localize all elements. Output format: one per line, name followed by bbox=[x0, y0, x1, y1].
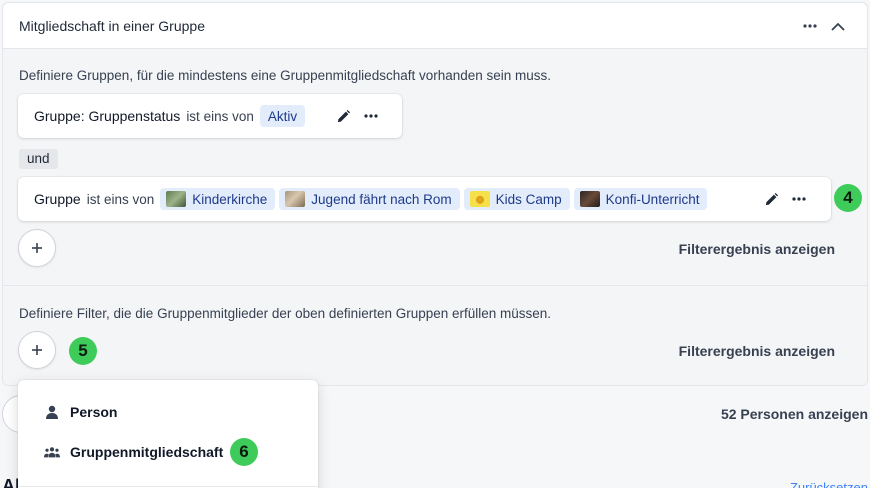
card-header: Mitgliedschaft in einer Gruppe bbox=[3, 3, 867, 49]
group-filter[interactable]: Gruppe ist eins von Kinderkirche Jugend … bbox=[18, 177, 831, 221]
filter-type-dropdown: Person Gruppenmitgliedschaft bbox=[18, 380, 318, 488]
step-badge: 6 bbox=[230, 438, 258, 466]
chevron-up-icon[interactable] bbox=[825, 13, 851, 39]
menu-divider bbox=[18, 486, 318, 487]
chip-label: Konfi-Unterricht bbox=[605, 191, 700, 207]
group-image-icon bbox=[166, 191, 187, 207]
group-membership-card: Mitgliedschaft in einer Gruppe Definiere… bbox=[2, 2, 868, 386]
group-image-icon bbox=[285, 191, 306, 207]
reset-link[interactable]: Zurücksetzen bbox=[790, 480, 868, 488]
ellipsis-icon[interactable] bbox=[787, 177, 811, 221]
filter-value-chip: Kids Camp bbox=[463, 188, 570, 210]
show-filter-result-link[interactable]: Filterergebnis anzeigen bbox=[679, 343, 835, 359]
person-icon bbox=[44, 405, 60, 419]
filter-operator: ist eins von bbox=[86, 191, 155, 207]
filter-field: Gruppe bbox=[34, 191, 81, 207]
add-member-filter-button[interactable] bbox=[18, 331, 56, 369]
pencil-icon[interactable] bbox=[331, 94, 355, 138]
members-description: Definiere Filter, die die Gruppenmitglie… bbox=[19, 306, 552, 321]
chip-label: Kids Camp bbox=[495, 191, 562, 207]
filter-row: Gruppe: Gruppenstatus ist eins von Aktiv bbox=[34, 94, 306, 138]
groups-description: Definiere Gruppen, für die mindestens ei… bbox=[19, 68, 552, 83]
filter-value-chip: Aktiv bbox=[259, 105, 306, 127]
section-divider bbox=[3, 285, 867, 286]
filter-row: Gruppe ist eins von Kinderkirche Jugend … bbox=[34, 177, 708, 221]
chip-label: Jugend fährt nach Rom bbox=[311, 191, 452, 207]
menu-item-label: Person bbox=[70, 404, 118, 420]
chip-label: Aktiv bbox=[267, 108, 298, 124]
filter-value-chip: Jugend fährt nach Rom bbox=[279, 188, 460, 210]
group-image-icon bbox=[579, 191, 600, 207]
group-status-filter[interactable]: Gruppe: Gruppenstatus ist eins von Aktiv bbox=[18, 94, 402, 138]
ellipsis-icon[interactable] bbox=[797, 13, 823, 39]
menu-item-person[interactable]: Person bbox=[18, 394, 318, 430]
filter-operator: ist eins von bbox=[186, 108, 254, 124]
and-connector: und bbox=[19, 149, 58, 169]
card-title: Mitgliedschaft in einer Gruppe bbox=[19, 18, 205, 34]
filter-field: Gruppe: Gruppenstatus bbox=[34, 108, 181, 124]
show-filter-result-link[interactable]: Filterergebnis anzeigen bbox=[679, 241, 835, 257]
show-persons-link[interactable]: 52 Personen anzeigen bbox=[721, 406, 868, 422]
step-badge: 5 bbox=[69, 337, 97, 365]
menu-item-label: Gruppenmitgliedschaft bbox=[70, 444, 224, 460]
step-badge: 4 bbox=[834, 184, 862, 212]
group-image-icon bbox=[469, 191, 490, 207]
chip-label: Kinderkirche bbox=[192, 191, 268, 207]
people-group-icon bbox=[44, 446, 60, 458]
filter-value-chip: Konfi-Unterricht bbox=[573, 188, 708, 210]
pencil-icon[interactable] bbox=[759, 177, 783, 221]
filter-value-chip: Kinderkirche bbox=[160, 188, 276, 210]
menu-item-group-membership[interactable]: Gruppenmitgliedschaft bbox=[18, 434, 318, 470]
add-group-filter-button[interactable] bbox=[18, 229, 56, 267]
ellipsis-icon[interactable] bbox=[359, 94, 383, 138]
